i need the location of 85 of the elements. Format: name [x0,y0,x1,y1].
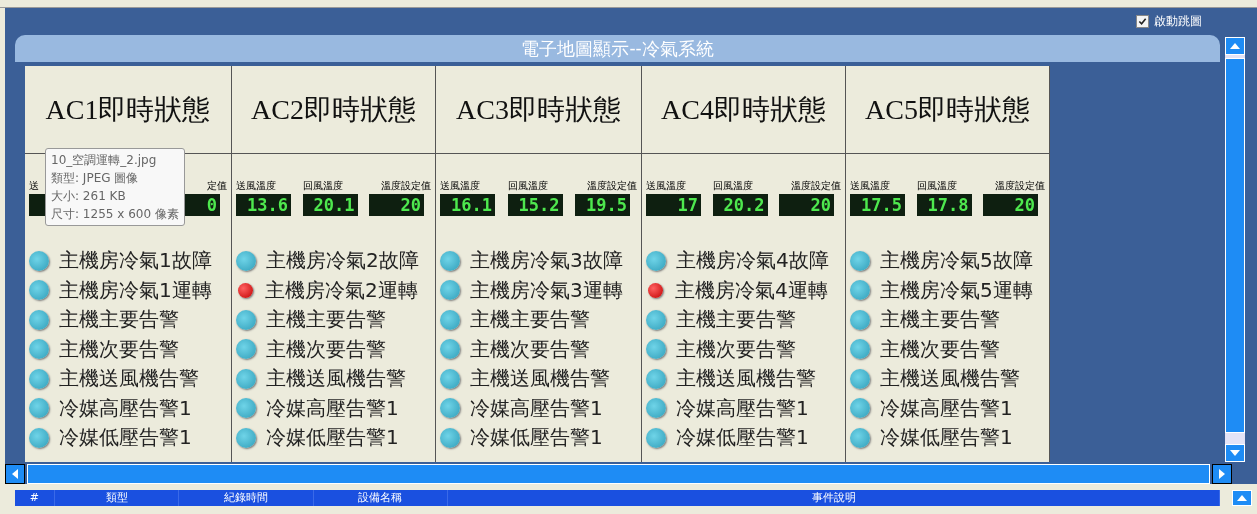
digital-display: 15.2 [507,194,563,216]
panel-title: 電子地圖顯示--冷氣系統 [521,36,714,61]
alarm-label: 主機房冷氣2故障 [266,247,419,275]
sensor-label: 定值 [206,179,227,192]
sensor-label: 回風溫度 [712,179,754,192]
alarm-label: 主機主要告警 [59,306,179,334]
sensor-label: 送風溫度 [850,179,891,192]
digital-display: 20.2 [712,194,768,216]
scroll-right-button[interactable] [1212,464,1232,484]
alarm-label: 冷媒高壓告警1 [880,394,1013,422]
digital-display: 17.8 [916,194,972,216]
tooltip-line: 類型: JPEG 圖像 [51,170,140,187]
sensor-label: 溫度設定值 [380,179,431,192]
alarm-label: 主機次要告警 [59,335,179,363]
alarm-label: 主機房冷氣3運轉 [470,276,623,304]
sensor-label: 送風溫度 [646,179,687,192]
column-header[interactable]: 紀錄時間 [179,490,314,506]
checkbox[interactable] [1136,15,1149,28]
column-header[interactable]: 設備名稱 [313,490,449,506]
sensor-label: 溫度設定值 [994,179,1045,192]
sensor-label: 回風溫度 [916,179,958,192]
sensor-label: 送風溫度 [440,179,481,192]
digital-display: 20 [983,194,1038,216]
left-arrow-icon [12,469,18,479]
alarm-label: 主機房冷氣4故障 [676,247,829,275]
tooltip-line: 10_空調運轉_2.jpg [51,152,158,169]
sensor-label: 溫度設定值 [586,179,637,192]
alarm-label: 冷媒高壓告警1 [266,394,399,422]
digital-display: 13.6 [236,194,291,216]
unit-title: AC3即時狀態 [456,92,621,127]
alarm-label: 主機房冷氣5故障 [880,247,1033,275]
digital-display: 20 [779,194,834,216]
alarm-label: 冷媒低壓告警1 [59,424,192,452]
alarm-label: 主機次要告警 [880,335,1000,363]
alarm-label: 主機房冷氣5運轉 [880,276,1033,304]
alarm-label: 主機房冷氣4運轉 [675,276,828,304]
scroll-up-button[interactable] [1225,37,1245,55]
alarm-label: 主機次要告警 [676,335,796,363]
alarm-label: 主機房冷氣1故障 [59,247,212,275]
sensor-label: 溫度設定值 [790,179,841,192]
unit-title: AC4即時狀態 [661,92,826,127]
sensor-label: 回風溫度 [507,179,549,192]
up-arrow-icon [1230,43,1240,49]
digital-display: 16.1 [440,194,495,216]
alarm-label: 主機送風機告警 [266,365,406,393]
alarm-label: 主機送風機告警 [470,365,610,393]
alarm-label: 冷媒高壓告警1 [676,394,809,422]
digital-display: 17 [646,194,701,216]
digital-display: 17.5 [850,194,905,216]
sensor-label: 送風溫度 [236,179,277,192]
alarm-label: 主機房冷氣2運轉 [265,276,418,304]
alarm-label: 冷媒低壓告警1 [266,424,399,452]
alarm-label: 冷媒低壓告警1 [880,424,1013,452]
up-arrow-icon [1237,495,1247,501]
right-arrow-icon [1219,469,1225,479]
alarm-label: 主機送風機告警 [880,365,1020,393]
down-arrow-icon [1230,450,1240,456]
unit-title: AC5即時狀態 [865,92,1030,127]
alarm-label: 主機送風機告警 [676,365,816,393]
alarm-label: 主機主要告警 [470,306,590,334]
scroll-left-button[interactable] [5,464,25,484]
alarm-label: 主機房冷氣3故障 [470,247,623,275]
unit-title: AC1即時狀態 [45,92,211,127]
digital-display: 20 [369,194,424,216]
digital-display: 20.1 [302,194,358,216]
alarm-label: 主機房冷氣1運轉 [59,276,212,304]
sensor-label: 回風溫度 [302,179,344,192]
unit-title: AC2即時狀態 [251,92,416,127]
alarm-label: 主機次要告警 [266,335,386,363]
alarm-label: 主機次要告警 [470,335,590,363]
alarm-label: 主機主要告警 [266,306,386,334]
auto-jump-checkbox[interactable]: 啟動跳圖 [1136,13,1202,30]
alarm-label: 主機主要告警 [880,306,1000,334]
scroll-up-button[interactable] [1232,490,1252,506]
alarm-label: 冷媒高壓告警1 [59,394,192,422]
column-header[interactable]: 類型 [54,490,180,506]
alarm-label: 主機主要告警 [676,306,796,334]
column-header[interactable]: # [15,490,55,506]
tooltip-line: 大小: 261 KB [51,188,127,205]
alarm-label: 冷媒低壓告警1 [470,424,603,452]
alarm-label: 主機送風機告警 [59,365,199,393]
column-header[interactable]: 事件說明 [448,490,1220,506]
alarm-label: 冷媒低壓告警1 [676,424,809,452]
digital-display: 19.5 [575,194,630,216]
alarm-label: 冷媒高壓告警1 [470,394,603,422]
